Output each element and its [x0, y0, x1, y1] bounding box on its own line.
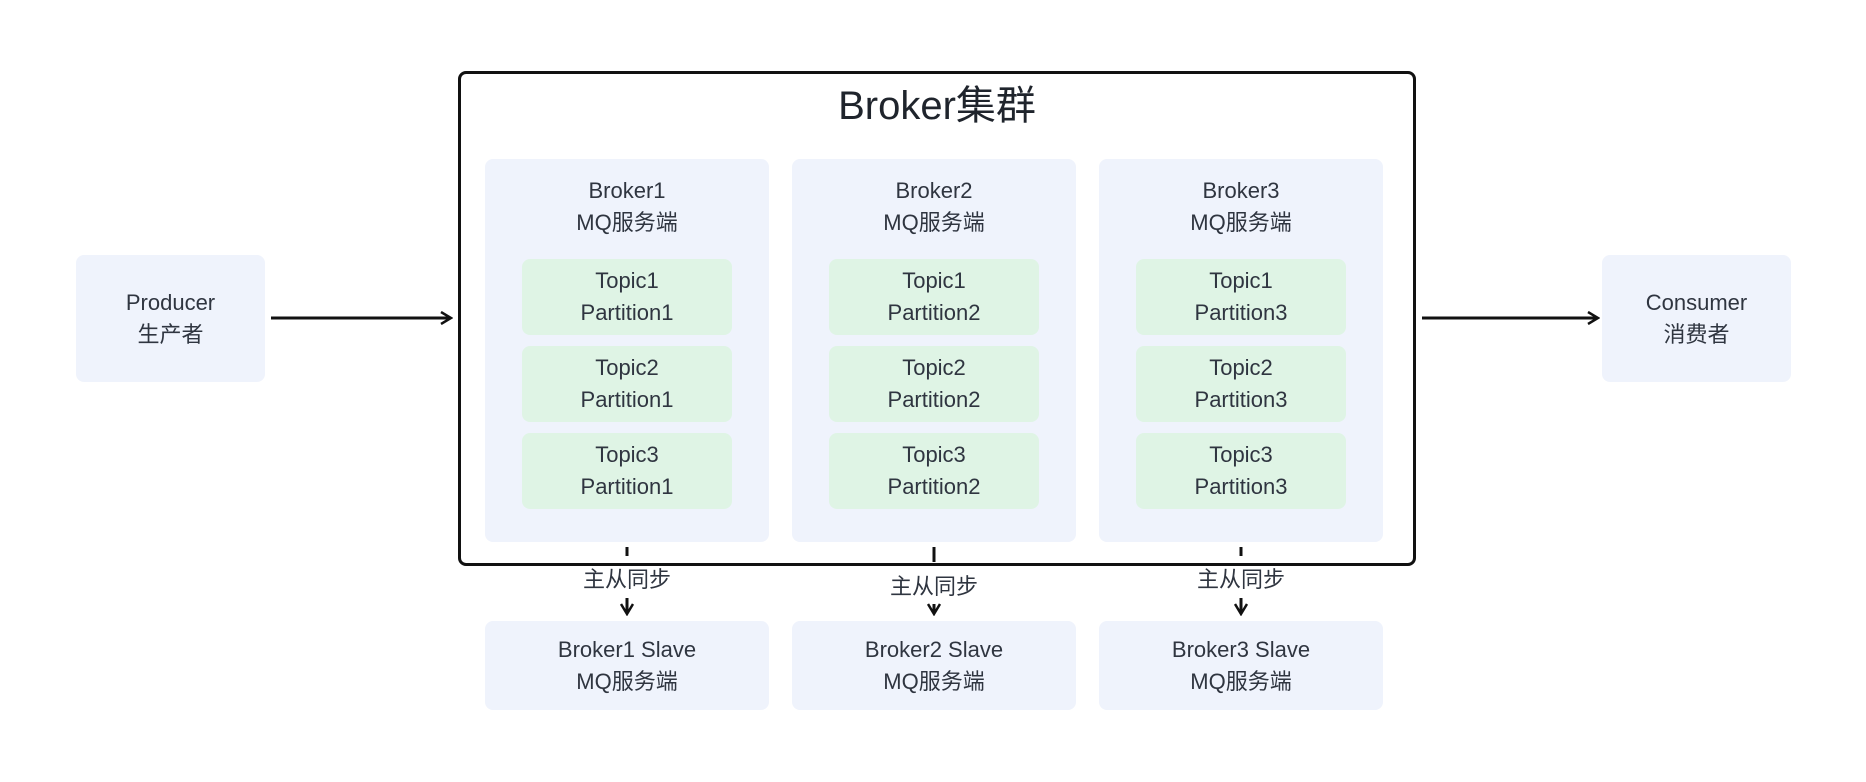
- partition-topic: Topic3: [1209, 442, 1273, 467]
- partition-topic: Topic3: [595, 442, 659, 467]
- consumer-node: Consumer 消费者: [1602, 255, 1791, 382]
- broker3-slave-node: Broker3 Slave MQ服务端: [1099, 621, 1383, 710]
- broker1-sync-label: 主从同步: [582, 567, 671, 592]
- partition-label: Partition2: [887, 300, 981, 325]
- partition-label: Partition2: [887, 474, 981, 499]
- broker1-partition-topic3: Topic3 Partition1: [522, 433, 732, 509]
- broker3-header: Broker3 MQ服务端: [1099, 175, 1383, 239]
- broker2-name: Broker2: [895, 178, 973, 203]
- partition-topic: Topic2: [902, 355, 966, 380]
- partition-topic: Topic2: [595, 355, 659, 380]
- partition-topic: Topic1: [595, 268, 659, 293]
- consumer-name: Consumer: [1645, 289, 1748, 315]
- partition-topic: Topic2: [1209, 355, 1273, 380]
- partition-topic: Topic1: [902, 268, 966, 293]
- slave-role: MQ服务端: [883, 668, 985, 694]
- consumer-subtitle: 消费者: [1663, 321, 1730, 347]
- partition-label: Partition3: [1194, 387, 1288, 412]
- broker2-role: MQ服务端: [883, 210, 985, 235]
- cluster-title: Broker集群: [838, 84, 1036, 128]
- broker1-name: Broker1: [588, 178, 666, 203]
- broker2-header: Broker2 MQ服务端: [792, 175, 1076, 239]
- slave-role: MQ服务端: [1190, 668, 1292, 694]
- partition-label: Partition1: [580, 474, 674, 499]
- broker2-slave-node: Broker2 Slave MQ服务端: [792, 621, 1076, 710]
- broker1-partition-topic2: Topic2 Partition1: [522, 346, 732, 422]
- broker1-slave-node: Broker1 Slave MQ服务端: [485, 621, 769, 710]
- partition-label: Partition1: [580, 300, 674, 325]
- broker3-sync-label: 主从同步: [1196, 567, 1285, 592]
- broker1-header: Broker1 MQ服务端: [485, 175, 769, 239]
- broker3-role: MQ服务端: [1190, 210, 1292, 235]
- slave-name: Broker2 Slave: [864, 636, 1004, 662]
- producer-subtitle: 生产者: [137, 321, 204, 347]
- broker2-partition-topic1: Topic1 Partition2: [829, 259, 1039, 335]
- partition-label: Partition2: [887, 387, 981, 412]
- slave-name: Broker1 Slave: [557, 636, 697, 662]
- partition-label: Partition3: [1194, 474, 1288, 499]
- broker2-partition-topic3: Topic3 Partition2: [829, 433, 1039, 509]
- broker3-name: Broker3: [1202, 178, 1280, 203]
- producer-node: Producer 生产者: [76, 255, 265, 382]
- broker3-partition-topic2: Topic2 Partition3: [1136, 346, 1346, 422]
- partition-topic: Topic1: [1209, 268, 1273, 293]
- slave-role: MQ服务端: [576, 668, 678, 694]
- partition-topic: Topic3: [902, 442, 966, 467]
- broker1-partition-topic1: Topic1 Partition1: [522, 259, 732, 335]
- broker1-role: MQ服务端: [576, 210, 678, 235]
- broker2-partition-topic2: Topic2 Partition2: [829, 346, 1039, 422]
- partition-label: Partition1: [580, 387, 674, 412]
- slave-name: Broker3 Slave: [1171, 636, 1311, 662]
- partition-label: Partition3: [1194, 300, 1288, 325]
- broker3-partition-topic1: Topic1 Partition3: [1136, 259, 1346, 335]
- broker2-sync-label: 主从同步: [889, 574, 978, 599]
- producer-name: Producer: [125, 289, 216, 315]
- broker3-partition-topic3: Topic3 Partition3: [1136, 433, 1346, 509]
